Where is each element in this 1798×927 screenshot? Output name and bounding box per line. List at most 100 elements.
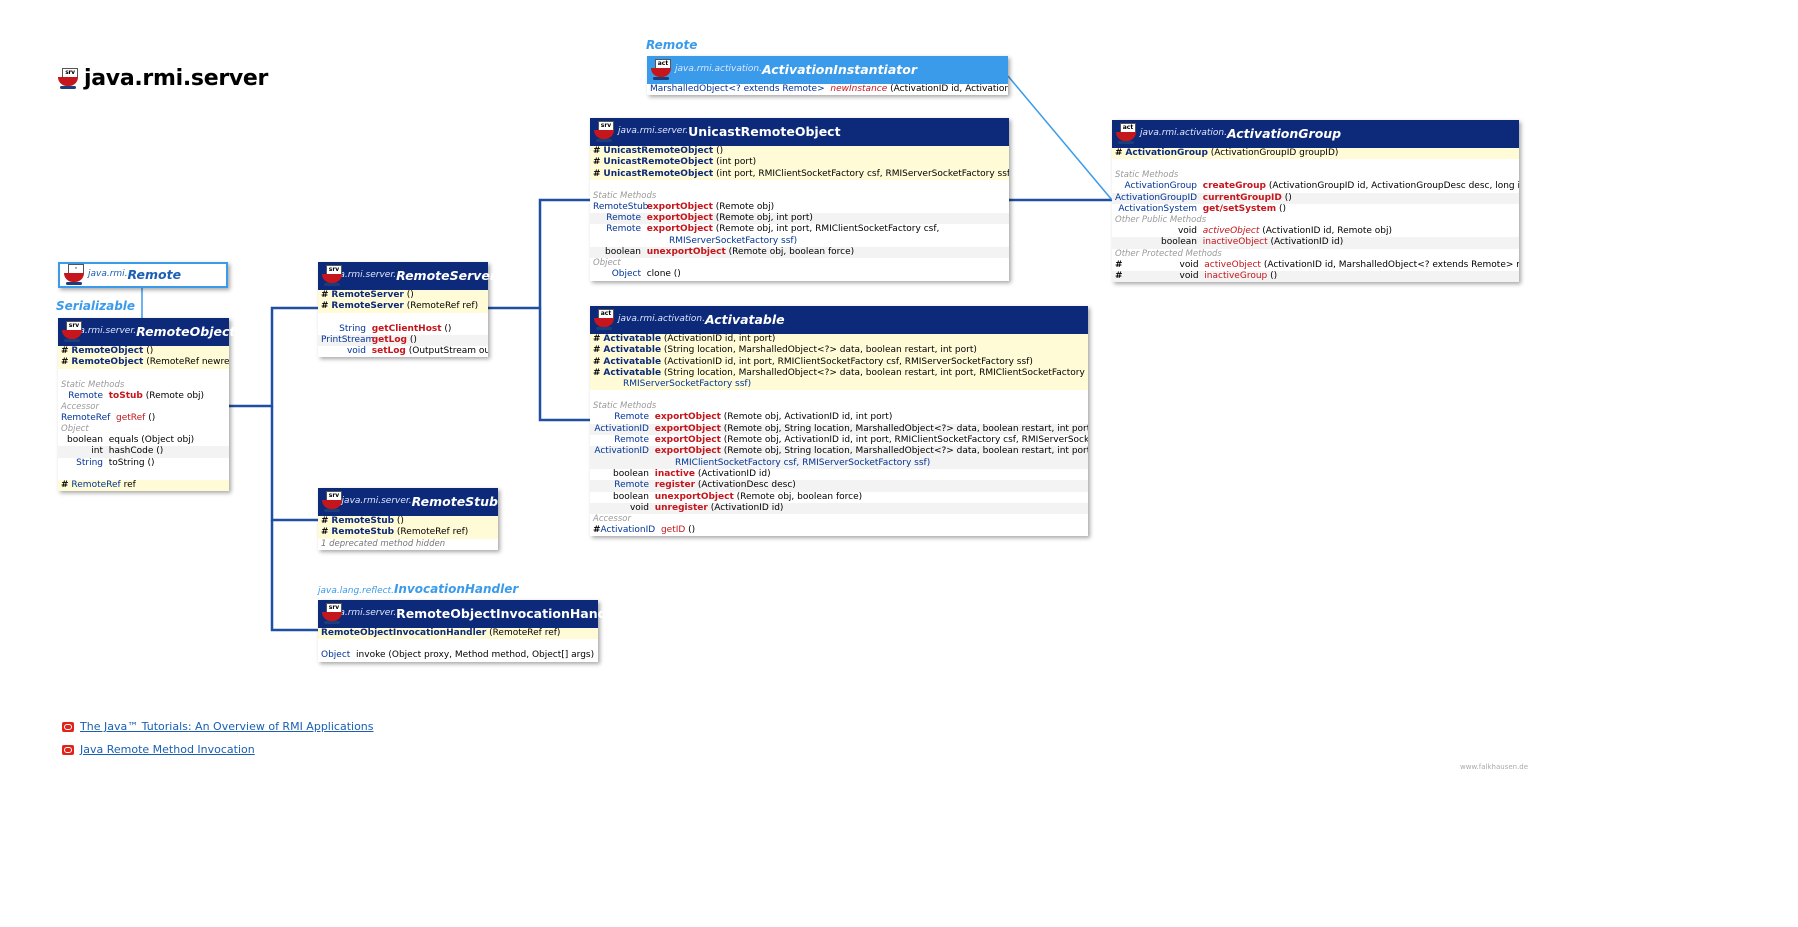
return-type: Remote [606,213,641,224]
constructor-row[interactable]: RemoteObjectInvocationHandler (RemoteRef… [318,628,598,640]
class-name[interactable]: ActivationGroup [1227,127,1341,140]
class-name[interactable]: RemoteObjectInvocationHandler [396,607,625,620]
class-name[interactable]: UnicastRemoteObject [688,125,840,138]
section-label: Object [593,258,621,269]
params: () [441,323,452,334]
constructor-name: RemoteObject [71,357,144,368]
package-name: java.rmi. [88,269,128,280]
method-name: setLog [371,346,406,357]
constructor-row[interactable]: # Activatable (String location, Marshall… [590,345,1088,357]
package-name: java.rmi.server. [618,126,689,137]
constructor-row[interactable]: # Activatable (ActivationID id, int port… [590,356,1088,368]
method-name: invoke [356,650,386,661]
method-row[interactable]: void setLog (OutputStream out) [318,346,488,357]
method-row[interactable]: ActivationID exportObject (Remote obj, S… [590,423,1088,436]
method-row[interactable]: String getClientHost () [318,324,488,335]
constructor-row[interactable]: # RemoteServer () [318,290,488,302]
method-row[interactable]: Remote exportObject (Remote obj, Activat… [590,435,1088,446]
rmi-link[interactable]: Java Remote Method Invocation [62,743,255,756]
method-row[interactable]: MarshalledObject<? extends Remote> newIn… [647,84,1008,95]
class-box-remote-stub[interactable]: srv java.rmi.server. RemoteStub # RemoteS… [318,488,498,550]
interface-label-invocation-handler[interactable]: java.lang.reflect.InvocationHandler [318,582,518,596]
constructor-row[interactable]: # RemoteObject (RemoteRef newref) [58,357,229,369]
class-box-activation-group[interactable]: act java.rmi.activation. ActivationGroup … [1112,120,1519,283]
method-row[interactable]: Remote exportObject (Remote obj, int por… [590,213,1009,225]
method-row[interactable]: ActivationID exportObject (Remote obj, S… [590,446,1088,458]
constructor-name: RemoteObjectInvocationHandler [321,628,487,638]
method-row[interactable]: int hashCode () [58,446,229,458]
method-name: getID [660,525,686,536]
method-row[interactable]: Object clone () [590,269,1009,280]
class-name[interactable]: RemoteStub [412,495,498,508]
method-row[interactable]: #ActivationID getID () [590,525,1088,536]
constructor-row[interactable]: # ActivationGroup (ActivationGroupID gro… [1112,148,1519,160]
params: (RemoteRef ref) [486,628,561,638]
interface-label-remote[interactable]: Remote [646,38,697,52]
method-row[interactable]: Remote exportObject (Remote obj, int por… [590,224,1009,235]
class-box-remote-object-invocation-handler[interactable]: srv java.rmi.server. RemoteObjectInvocati… [318,600,626,662]
method-row[interactable]: PrintStream getLog () [318,334,488,347]
method-row[interactable]: boolean unexportObject (Remote obj, bool… [590,492,1088,503]
package-name: java.lang.reflect. [318,586,394,596]
class-box-remote-server[interactable]: srv java.rmi.server. RemoteServer # Remot… [318,262,496,358]
class-name[interactable]: RemoteObject [136,325,235,338]
class-box-activatable[interactable]: act java.rmi.activation. Activatable # Ac… [590,306,1088,537]
method-row[interactable]: ActivationGroup createGroup (ActivationG… [1112,181,1519,192]
interface-label-serializable[interactable]: Serializable [56,299,135,313]
tutorial-link-text[interactable]: The Java™ Tutorials: An Overview of RMI … [80,720,374,733]
class-box-remote[interactable]: · java.rmi. Remote [58,262,228,288]
return-type: Object [321,650,351,661]
method-row[interactable]: Remote toStub (Remote obj) [58,391,229,402]
method-row[interactable]: boolean equals (Object obj) [58,435,229,446]
class-box-unicast-remote-object[interactable]: srv java.rmi.server. UnicastRemoteObject … [590,118,1009,281]
constructor-row[interactable]: # UnicastRemoteObject (int port, RMIClie… [590,168,1009,180]
constructor-row[interactable]: # Activatable (String location, Marshall… [590,367,1088,380]
method-row[interactable]: String toString () [58,458,229,469]
params: () [713,146,724,156]
method-row[interactable]: boolean unexportObject (Remote obj, bool… [590,247,1009,259]
method-row[interactable]: RemoteRef getRef () [58,413,229,424]
method-row[interactable]: boolean inactiveObject (ActivationID id) [1112,237,1519,249]
class-name[interactable]: RemoteServer [396,269,496,282]
method-row[interactable]: boolean inactive (ActivationID id) [590,469,1088,480]
rmi-link-text[interactable]: Java Remote Method Invocation [80,743,255,756]
constructor-row[interactable]: # RemoteServer (RemoteRef ref) [318,301,488,313]
method-name: exportObject [646,224,713,235]
method-row[interactable]: Object invoke (Object proxy, Method meth… [318,650,598,661]
class-box-remote-object[interactable]: srv java.rmi.server. RemoteObject # Remot… [58,318,235,492]
params: (Remote obj) [712,201,775,212]
method-row[interactable]: ActivationGroupID currentGroupID () [1112,192,1519,204]
method-row[interactable]: void unregister (ActivationID id) [590,502,1088,515]
class-name[interactable]: Remote [128,268,182,281]
constructor-row[interactable]: # RemoteStub (RemoteRef ref) [318,527,498,539]
method-name: getLog [371,334,407,345]
method-row[interactable]: void activeObject (ActivationID id, Remo… [1112,226,1519,237]
method-row[interactable]: Remote exportObject (Remote obj, Activat… [590,412,1088,423]
method-name: activeObject [1202,226,1260,237]
method-row-continued[interactable]: RMIServerSocketFactory ssf) [590,236,1009,247]
constructor-row-continued[interactable]: RMIServerSocketFactory ssf) [590,379,1088,391]
method-row[interactable]: ActivationSystem get/setSystem () [1112,204,1519,215]
constructor-row[interactable]: # RemoteStub () [318,516,498,528]
constructor-row[interactable]: # Activatable (ActivationID id, int port… [590,334,1088,346]
class-box-activation-instantiator[interactable]: act java.rmi.activation. ActivationInstan… [647,56,1008,96]
method-row[interactable]: Remote register (ActivationDesc desc) [590,480,1088,492]
class-name[interactable]: Activatable [705,313,785,326]
constructor-row[interactable]: # RemoteObject () [58,346,229,358]
class-name[interactable]: ActivationInstantiator [762,63,917,76]
constructor-row[interactable]: # UnicastRemoteObject () [590,146,1009,158]
return-type: ActivationGroupID [1115,192,1198,203]
tutorial-link[interactable]: The Java™ Tutorials: An Overview of RMI … [62,720,374,733]
method-row[interactable]: # void activeObject (ActivationID id, Mar… [1112,260,1519,271]
method-row-continued[interactable]: RMIClientSocketFactory csf, RMIServerSoc… [590,457,1088,469]
method-row[interactable]: # void inactiveGroup () [1112,271,1519,283]
return-type: Remote [614,435,649,446]
method-name: getClientHost [371,323,442,334]
constructor-name: RemoteServer [331,290,404,300]
method-row[interactable]: RemoteStub exportObject (Remote obj) [590,202,1009,213]
constructor-row[interactable]: # UnicastRemoteObject (int port) [590,157,1009,169]
class-header: srv java.rmi.server. RemoteStub [318,488,498,516]
field-row[interactable]: # RemoteRef ref [58,480,229,492]
